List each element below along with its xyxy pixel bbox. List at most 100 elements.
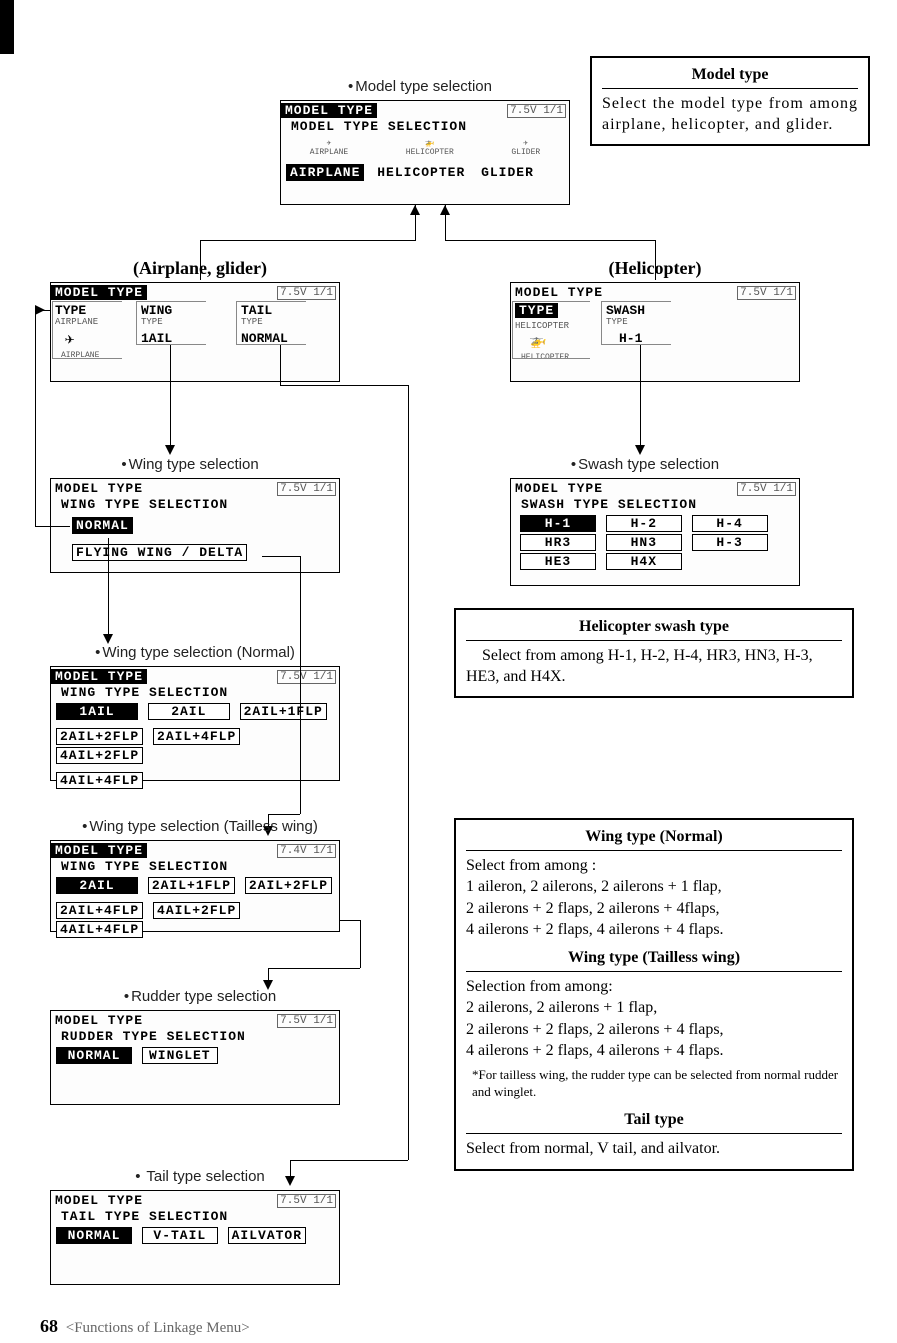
field-tail-sub: TYPE (241, 317, 263, 327)
desc-wing-tailless-l3: 2 ailerons + 2 flaps, 2 ailerons + 4 fla… (466, 1019, 842, 1041)
opt-4ail4flp[interactable]: 4AIL+4FLP (56, 921, 143, 938)
desc-wing-normal-l4: 4 ailerons + 2 flaps, 4 ailerons + 4 fla… (466, 919, 842, 941)
battery-indicator: 7.5V 1/1 (737, 482, 796, 496)
opt-hr3[interactable]: HR3 (520, 534, 596, 551)
battery-indicator: 7.5V 1/1 (507, 104, 566, 118)
opt-2ail[interactable]: 2AIL (148, 703, 230, 720)
desc-model-type: Model type Select the model type from am… (590, 56, 870, 146)
caption-swash-type-selection: Swash type selection (510, 456, 780, 473)
lcd-model-type-selection: MODEL TYPE 7.5V 1/1 MODEL TYPE SELECTION… (280, 100, 570, 205)
desc-wing-tailless-title: Wing type (Tailless wing) (466, 947, 842, 972)
opt-vtail[interactable]: V-TAIL (142, 1227, 218, 1244)
desc-tail-type-title: Tail type (466, 1109, 842, 1134)
opt-1ail[interactable]: 1AIL (56, 703, 138, 720)
airplane-icon-label: AIRPLANE (61, 351, 99, 360)
heading-airplane-glider: (Airplane, glider) (60, 258, 340, 279)
glider-icon: ✈GLIDER (511, 138, 540, 157)
caption-wing-type-normal: Wing type selection (Normal) (50, 644, 340, 661)
battery-indicator: 7.5V 1/1 (277, 1014, 336, 1028)
opt-he3[interactable]: HE3 (520, 553, 596, 570)
battery-indicator: 7.5V 1/1 (277, 482, 336, 496)
lcd-subtitle: TAIL TYPE SELECTION (51, 1209, 339, 1224)
caption-wing-type-selection: Wing type selection (60, 456, 320, 473)
field-swash-sub: TYPE (606, 317, 628, 327)
opt-2ail2flp[interactable]: 2AIL+2FLP (56, 728, 143, 745)
opt-4ail2flp[interactable]: 4AIL+2FLP (153, 902, 240, 919)
heading-helicopter: (Helicopter) (540, 258, 770, 279)
opt-normal[interactable]: NORMAL (56, 1227, 132, 1244)
opt-h4x[interactable]: H4X (606, 553, 682, 570)
opt-h4[interactable]: H-4 (692, 515, 768, 532)
desc-wing-tailless-l2: 2 ailerons, 2 ailerons + 1 flap, (466, 997, 842, 1019)
opt-2ail4flp[interactable]: 2AIL+4FLP (153, 728, 240, 745)
lcd-subtitle: SWASH TYPE SELECTION (511, 497, 799, 512)
desc-wing-tail: Wing type (Normal) Select from among : 1… (454, 818, 854, 1171)
option-glider[interactable]: GLIDER (477, 165, 538, 180)
desc-wing-tailless-note: *For tailless wing, the rudder type can … (466, 1066, 842, 1101)
helicopter-icon: 🚁HELICOPTER (406, 138, 454, 157)
opt-2ail2flp[interactable]: 2AIL+2FLP (245, 877, 332, 894)
lcd-title: MODEL TYPE (51, 1013, 147, 1028)
page-section-title: <Functions of Linkage Menu> (66, 1320, 250, 1336)
opt-h1[interactable]: H-1 (520, 515, 596, 532)
field-swash-val[interactable]: H-1 (619, 331, 642, 346)
option-helicopter[interactable]: HELICOPTER (373, 165, 469, 180)
lcd-airplane-glider: MODEL TYPE 7.5V 1/1 TYPE AIRPLANE ✈ AIRP… (50, 282, 340, 382)
desc-wing-normal-title: Wing type (Normal) (466, 826, 842, 851)
desc-tail-type-body: Select from normal, V tail, and ailvator… (466, 1138, 842, 1160)
lcd-tail-type-selection: MODEL TYPE 7.5V 1/1 TAIL TYPE SELECTION … (50, 1190, 340, 1285)
opt-4ail2flp[interactable]: 4AIL+2FLP (56, 747, 143, 764)
airplane-icon: ✈AIRPLANE (310, 138, 348, 157)
opt-ailvator[interactable]: AILVATOR (228, 1227, 306, 1244)
battery-indicator: 7.5V 1/1 (737, 286, 796, 300)
opt-2ail[interactable]: 2AIL (56, 877, 138, 894)
field-tail-hdr: TAIL (241, 303, 272, 318)
field-wing-hdr: WING (141, 303, 172, 318)
opt-2ail1flp[interactable]: 2AIL+1FLP (148, 877, 235, 894)
helicopter-icon: 🚁 (529, 333, 546, 350)
opt-4ail4flp[interactable]: 4AIL+4FLP (56, 772, 143, 789)
desc-wing-normal-l2: 1 aileron, 2 ailerons, 2 ailerons + 1 fl… (466, 876, 842, 898)
lcd-subtitle: WING TYPE SELECTION (51, 859, 339, 874)
lcd-wing-type-normal: MODEL TYPE 7.5V 1/1 WING TYPE SELECTION … (50, 666, 340, 781)
lcd-subtitle: WING TYPE SELECTION (51, 685, 339, 700)
lcd-title: MODEL TYPE (511, 481, 607, 496)
field-wing-val[interactable]: 1AIL (141, 331, 172, 346)
option-airplane[interactable]: AIRPLANE (286, 164, 364, 181)
caption-model-type-selection: Model type selection (290, 78, 550, 95)
lcd-title: MODEL TYPE (51, 481, 147, 496)
opt-h2[interactable]: H-2 (606, 515, 682, 532)
lcd-title: MODEL TYPE (51, 1193, 147, 1208)
field-tail-val[interactable]: NORMAL (241, 331, 288, 346)
field-type-hdr: TYPE (55, 303, 86, 318)
desc-heli-swash: Helicopter swash type Select from among … (454, 608, 854, 698)
option-flying-wing-delta[interactable]: FLYING WING / DELTA (72, 544, 247, 561)
desc-wing-normal-l3: 2 ailerons + 2 flaps, 2 ailerons + 4flap… (466, 898, 842, 920)
desc-heli-swash-body: Select from among H-1, H-2, H-4, HR3, HN… (466, 645, 842, 688)
opt-2ail4flp[interactable]: 2AIL+4FLP (56, 902, 143, 919)
opt-normal[interactable]: NORMAL (56, 1047, 132, 1064)
lcd-rudder-type-selection: MODEL TYPE 7.5V 1/1 RUDDER TYPE SELECTIO… (50, 1010, 340, 1105)
desc-wing-normal-l1: Select from among : (466, 855, 842, 877)
desc-wing-tailless-l1: Selection from among: (466, 976, 842, 998)
option-normal[interactable]: NORMAL (72, 517, 133, 534)
field-wing-sub: TYPE (141, 317, 163, 327)
caption-wing-type-tailless: Wing type selection (Tailless wing) (40, 818, 360, 835)
field-type-val: AIRPLANE (55, 317, 98, 327)
lcd-wing-type-selection: MODEL TYPE 7.5V 1/1 WING TYPE SELECTION … (50, 478, 340, 573)
opt-hn3[interactable]: HN3 (606, 534, 682, 551)
opt-winglet[interactable]: WINGLET (142, 1047, 218, 1064)
lcd-title: MODEL TYPE (511, 285, 607, 300)
lcd-helicopter: MODEL TYPE 7.5V 1/1 TYPE HELICOPTER 🚁 HE… (510, 282, 800, 382)
lcd-title: MODEL TYPE (51, 843, 147, 858)
side-tab (0, 0, 14, 54)
opt-h3[interactable]: H-3 (692, 534, 768, 551)
desc-model-type-body: Select the model type from among airplan… (602, 93, 858, 136)
caption-rudder-type-selection: Rudder type selection (70, 988, 330, 1005)
lcd-subtitle: RUDDER TYPE SELECTION (51, 1029, 339, 1044)
caption-tail-type-selection: Tail type selection (80, 1168, 320, 1185)
lcd-swash-type-selection: MODEL TYPE 7.5V 1/1 SWASH TYPE SELECTION… (510, 478, 800, 586)
lcd-subtitle: MODEL TYPE SELECTION (281, 119, 569, 134)
opt-2ail1flp[interactable]: 2AIL+1FLP (240, 703, 327, 720)
battery-indicator: 7.5V 1/1 (277, 1194, 336, 1208)
